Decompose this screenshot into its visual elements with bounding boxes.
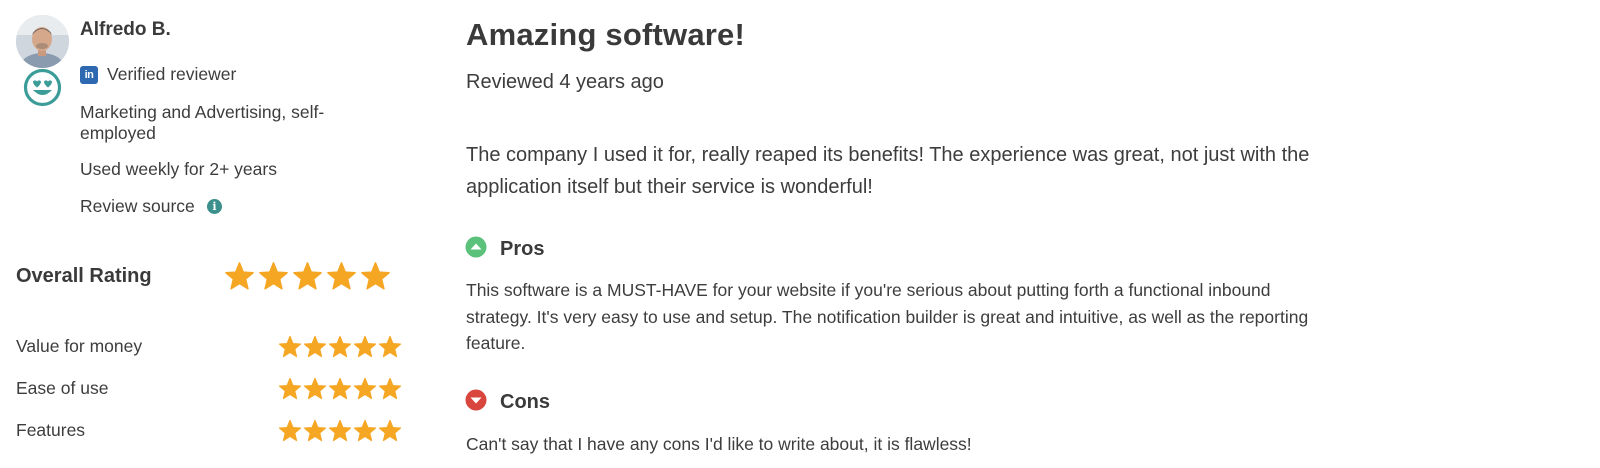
pros-text: This software is a MUST-HAVE for your we… — [466, 280, 1309, 353]
star-icon — [353, 377, 377, 400]
star-icon — [278, 419, 302, 442]
review-date: Reviewed 4 years ago — [466, 71, 664, 93]
star-icon — [328, 377, 352, 400]
review-source-label: Review source — [80, 196, 195, 216]
star-icon — [303, 419, 327, 442]
cons-heading: Cons — [500, 391, 550, 413]
star-icon — [278, 377, 302, 400]
star-icon — [361, 262, 390, 290]
star-icon — [303, 335, 327, 358]
star-icon — [378, 377, 402, 400]
review-body: The company I used it for, really reaped… — [466, 144, 1310, 198]
review-title: Amazing software! — [466, 17, 745, 52]
star-icon — [293, 262, 322, 290]
star-icon — [353, 335, 377, 358]
star-icon — [327, 262, 356, 290]
overall-rating-stars — [224, 261, 391, 292]
star-icon — [328, 335, 352, 358]
cons-text: Can't say that I have any cons I'd like … — [466, 434, 972, 454]
star-icon — [353, 419, 377, 442]
star-icon — [378, 419, 402, 442]
reviewer-name: Alfredo B. — [80, 19, 171, 40]
rating-stars-value-for-money — [278, 335, 402, 359]
pros-up-arrow-icon — [465, 236, 487, 258]
love-face-icon — [22, 67, 63, 108]
rating-label-ease-of-use: Ease of use — [16, 378, 109, 398]
verified-reviewer-label: Verified reviewer — [107, 64, 237, 84]
overall-rating-label: Overall Rating — [16, 265, 152, 287]
star-icon — [225, 262, 254, 290]
avatar — [16, 15, 69, 68]
rating-label-value-for-money: Value for money — [16, 336, 143, 356]
cons-down-arrow-icon — [465, 389, 487, 411]
star-icon — [278, 335, 302, 358]
reviewer-industry: Marketing and Advertising, self-employed — [80, 102, 325, 143]
rating-label-features: Features — [16, 420, 86, 440]
star-icon — [378, 335, 402, 358]
pros-heading: Pros — [500, 238, 545, 260]
info-icon[interactable]: i — [207, 199, 222, 214]
linkedin-icon: in — [80, 66, 98, 84]
rating-stars-ease-of-use — [278, 377, 402, 401]
star-icon — [259, 262, 288, 290]
rating-stars-features — [278, 419, 402, 443]
reviewer-usage: Used weekly for 2+ years — [80, 159, 277, 179]
star-icon — [328, 419, 352, 442]
star-icon — [303, 377, 327, 400]
